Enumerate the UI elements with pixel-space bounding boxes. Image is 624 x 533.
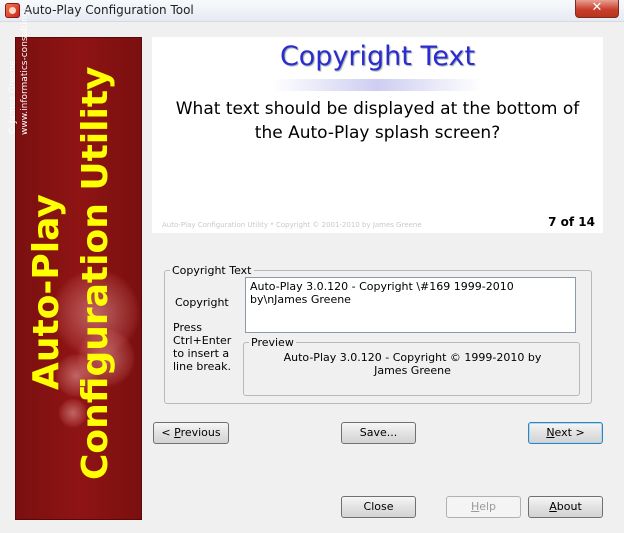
banner-credit-author: © James Greene <box>8 60 18 135</box>
copyright-preview-text: Auto-Play 3.0.120 - Copyright © 1999-201… <box>283 351 542 377</box>
next-button[interactable]: Next > <box>528 422 603 444</box>
line-break-hint: Press Ctrl+Enter to insert a line break. <box>173 321 232 373</box>
page-title: Copyright Text <box>279 41 476 72</box>
about-mnemonic: A <box>549 500 557 513</box>
step-counter: 7 of 14 <box>548 215 595 229</box>
help-mnemonic: H <box>470 500 480 513</box>
banner-title-line1: Auto-Play <box>26 194 67 390</box>
previous-prefix: < <box>161 426 175 439</box>
previous-label-rest: revious <box>180 426 221 439</box>
copyright-field-label: Copyright <box>175 296 229 309</box>
previous-button[interactable]: < Previous <box>153 422 229 444</box>
title-underline-shade <box>272 79 482 91</box>
header-footer-credit: Auto-Play Configuration Utility * Copyri… <box>162 221 422 229</box>
about-label-rest: bout <box>556 500 582 513</box>
banner-title-line2: Configuration Utility <box>75 66 116 481</box>
header-panel: Copyright Text What text should be displ… <box>152 37 603 233</box>
next-mnemonic: N <box>546 426 555 439</box>
close-button[interactable]: Close <box>341 496 416 518</box>
copyright-text-input[interactable]: Auto-Play 3.0.120 - Copyright \#169 1999… <box>245 277 576 333</box>
about-button[interactable]: About <box>528 496 603 518</box>
copyright-group-label: Copyright Text <box>170 264 254 277</box>
save-button[interactable]: Save... <box>341 422 416 444</box>
copyright-input-value: Auto-Play 3.0.120 - Copyright \#169 1999… <box>250 280 518 306</box>
next-label-rest: ext > <box>554 426 585 439</box>
window-title: Auto-Play Configuration Tool <box>24 3 194 17</box>
page-question: What text should be displayed at the bot… <box>175 99 580 143</box>
help-label-rest: elp <box>479 500 497 513</box>
close-icon: ✕ <box>591 0 603 15</box>
help-button[interactable]: Help <box>446 496 521 518</box>
preview-group-label: Preview <box>249 336 296 349</box>
window-close-button[interactable]: ✕ <box>575 0 619 18</box>
